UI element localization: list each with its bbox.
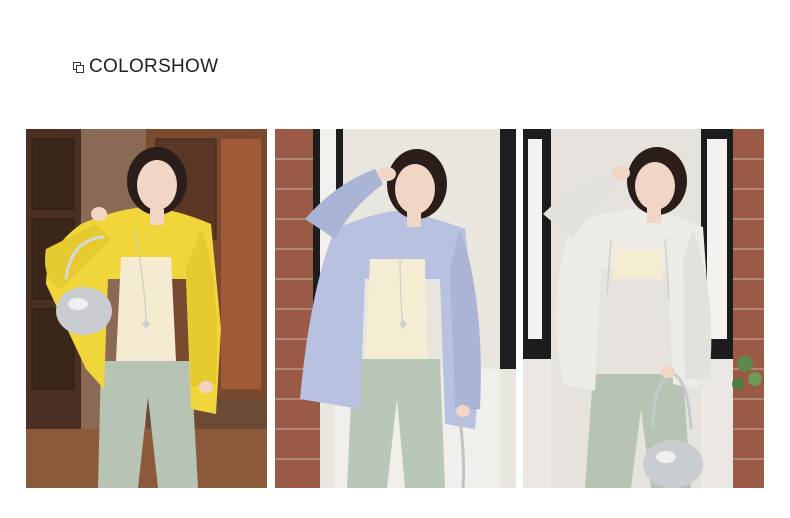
product-photo-yellow[interactable] (26, 129, 267, 488)
photo-yellow-illustration (26, 129, 267, 488)
copy-squares-icon (73, 61, 84, 73)
section-header: COLORSHOW (73, 55, 218, 79)
photo-white-illustration (523, 129, 764, 488)
product-photo-blue[interactable] (275, 129, 516, 488)
colorshow-page: COLORSHOW (0, 0, 790, 518)
section-title: COLORSHOW (89, 56, 219, 77)
photo-blue-illustration (275, 129, 516, 488)
product-photo-white[interactable] (523, 129, 764, 488)
